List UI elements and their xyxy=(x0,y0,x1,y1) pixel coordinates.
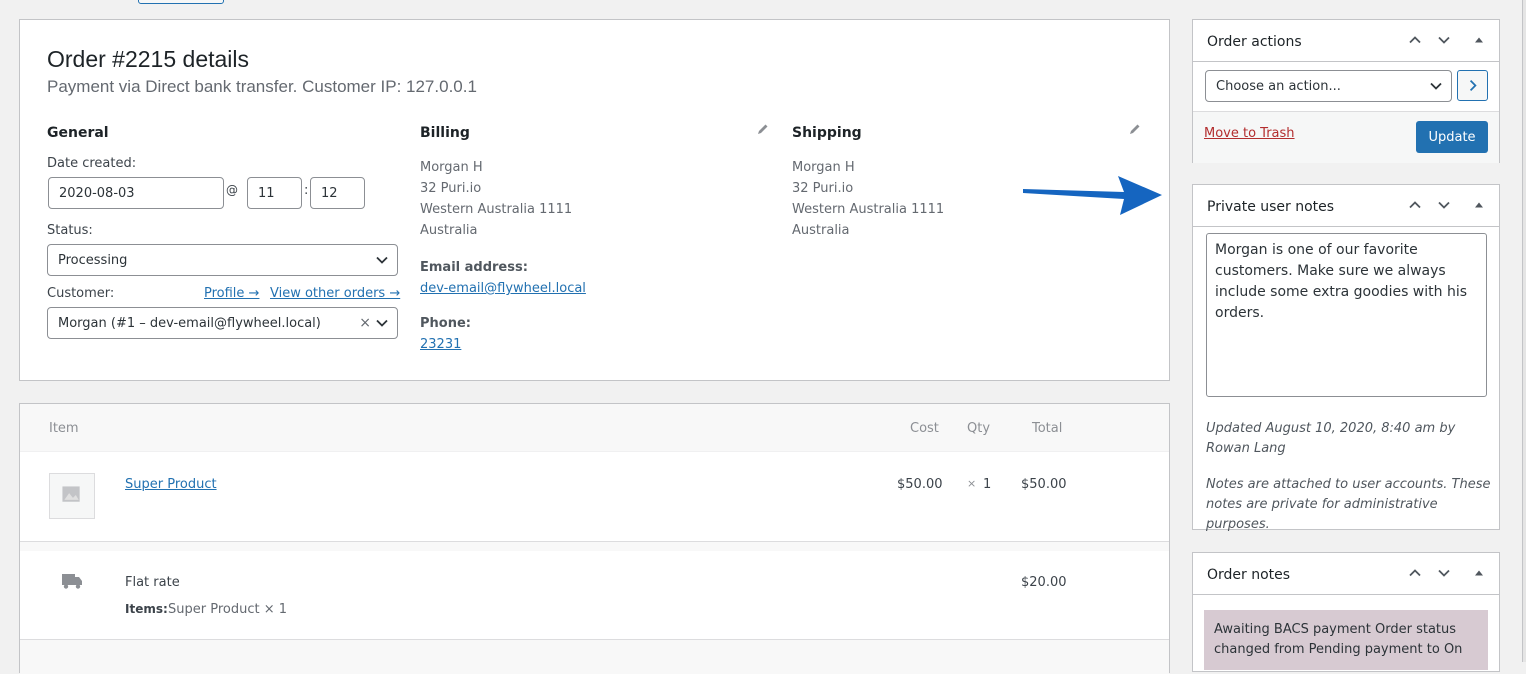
items-separator xyxy=(20,541,1169,551)
box-divider xyxy=(1193,594,1499,595)
column-item: Item xyxy=(49,421,79,436)
chevron-down-icon xyxy=(376,256,388,264)
billing-country: Australia xyxy=(420,223,478,238)
shipping-address: Morgan H 32 Puri.io Western Australia 11… xyxy=(792,157,944,241)
top-toolbar-button[interactable] xyxy=(138,0,224,4)
column-total: Total xyxy=(1032,421,1063,436)
date-created-label: Date created: xyxy=(47,156,137,171)
hour-input[interactable]: 11 xyxy=(247,177,302,209)
collapse-toggle-icon[interactable] xyxy=(1471,565,1487,581)
status-select-value: Processing xyxy=(58,252,128,268)
truck-icon xyxy=(62,574,82,589)
order-actions-box: Order actions Choose an action... Move t… xyxy=(1192,19,1500,163)
shipping-heading: Shipping xyxy=(792,125,862,141)
customer-select[interactable]: Morgan (#1 – dev-email@flywheel.local) × xyxy=(47,307,398,339)
column-cost: Cost xyxy=(910,421,939,436)
product-total: $50.00 xyxy=(1021,477,1067,492)
status-select[interactable]: Processing xyxy=(47,244,398,276)
collapse-toggle-icon[interactable] xyxy=(1471,197,1487,213)
product-qty: 1 xyxy=(983,477,992,492)
shipping-method-name: Flat rate xyxy=(125,575,180,590)
move-down-icon[interactable] xyxy=(1436,565,1452,581)
billing-address: Morgan H 32 Puri.io Western Australia 11… xyxy=(420,157,572,241)
clear-customer-icon[interactable]: × xyxy=(359,315,371,331)
box-divider xyxy=(1193,61,1499,62)
order-subtitle: Payment via Direct bank transfer. Custom… xyxy=(47,77,477,96)
shipping-region: Western Australia 1111 xyxy=(792,202,945,217)
shipping-country: Australia xyxy=(792,223,850,238)
order-notes-title: Order notes xyxy=(1207,567,1291,583)
private-notes-title: Private user notes xyxy=(1207,199,1335,215)
billing-email-link[interactable]: dev-email@flywheel.local xyxy=(420,278,586,299)
update-button[interactable]: Update xyxy=(1416,121,1488,153)
annotation-arrow-icon xyxy=(1023,176,1162,215)
billing-region: Western Australia 1111 xyxy=(420,202,573,217)
time-colon: : xyxy=(304,183,309,198)
shipping-items-label: Items: xyxy=(125,602,168,616)
items-table-header: Item Cost Qty Total xyxy=(20,404,1169,452)
order-action-select[interactable]: Choose an action... xyxy=(1205,70,1452,102)
edit-billing-pencil-icon[interactable] xyxy=(756,122,770,136)
order-notes-box: Order notes Awaiting BACS payment Order … xyxy=(1192,552,1500,672)
chevron-down-icon xyxy=(1430,82,1442,90)
order-note-item: Awaiting BACS payment Order status chang… xyxy=(1204,610,1488,670)
product-cost: $50.00 xyxy=(897,477,943,492)
note-info-text: Notes are attached to user accounts. The… xyxy=(1206,477,1491,532)
profile-link[interactable]: Profile → xyxy=(204,286,259,301)
shipping-items-value: Super Product × 1 xyxy=(168,602,288,617)
date-created-input[interactable]: 2020-08-03 xyxy=(48,177,224,209)
apply-action-button[interactable] xyxy=(1457,70,1488,101)
move-down-icon[interactable] xyxy=(1436,32,1452,48)
edit-shipping-pencil-icon[interactable] xyxy=(1128,122,1142,136)
collapse-toggle-icon[interactable] xyxy=(1471,32,1487,48)
customer-label: Customer: xyxy=(47,286,115,301)
move-up-icon[interactable] xyxy=(1407,565,1423,581)
status-label: Status: xyxy=(47,223,93,238)
move-to-trash-link[interactable]: Move to Trash xyxy=(1204,126,1295,141)
at-symbol: @ xyxy=(226,183,238,197)
move-down-icon[interactable] xyxy=(1436,197,1452,213)
product-thumbnail xyxy=(49,473,95,519)
image-placeholder-icon xyxy=(62,486,80,502)
billing-name: Morgan H xyxy=(420,160,483,175)
product-name-link[interactable]: Super Product xyxy=(125,477,217,492)
billing-email-label: Email address: xyxy=(420,260,528,275)
note-updated-text: Updated August 10, 2020, 8:40 am by Rowa… xyxy=(1206,421,1456,456)
page-scrollbar[interactable] xyxy=(1522,0,1526,662)
billing-phone-link[interactable]: 23231 xyxy=(420,334,461,355)
order-items-panel: Item Cost Qty Total Super Product $50.00… xyxy=(19,403,1170,674)
billing-street: 32 Puri.io xyxy=(420,181,482,196)
box-divider xyxy=(1193,226,1499,227)
customer-select-value: Morgan (#1 – dev-email@flywheel.local) xyxy=(58,315,321,331)
private-note-textarea[interactable]: Morgan is one of our favorite customers.… xyxy=(1206,233,1487,397)
order-data-panel: Order #2215 details Payment via Direct b… xyxy=(19,19,1170,381)
column-qty: Qty xyxy=(967,421,991,436)
shipping-total: $20.00 xyxy=(1021,575,1067,590)
shipping-street: 32 Puri.io xyxy=(792,181,854,196)
billing-phone-label: Phone: xyxy=(420,316,471,331)
shipping-name: Morgan H xyxy=(792,160,855,175)
items-footer-band xyxy=(20,639,1169,674)
minute-input[interactable]: 12 xyxy=(310,177,365,209)
page-title: Order #2215 details xyxy=(47,46,250,72)
move-up-icon[interactable] xyxy=(1407,32,1423,48)
chevron-right-icon xyxy=(1469,80,1477,91)
chevron-down-icon xyxy=(376,319,388,327)
general-heading: General xyxy=(47,125,109,141)
move-up-icon[interactable] xyxy=(1407,197,1423,213)
order-actions-title: Order actions xyxy=(1207,34,1302,50)
qty-times-symbol: × xyxy=(967,477,977,490)
order-action-select-value: Choose an action... xyxy=(1216,78,1341,94)
private-user-notes-box: Private user notes Morgan is one of our … xyxy=(1192,184,1500,532)
view-other-orders-link[interactable]: View other orders → xyxy=(270,286,400,301)
billing-heading: Billing xyxy=(420,125,470,141)
